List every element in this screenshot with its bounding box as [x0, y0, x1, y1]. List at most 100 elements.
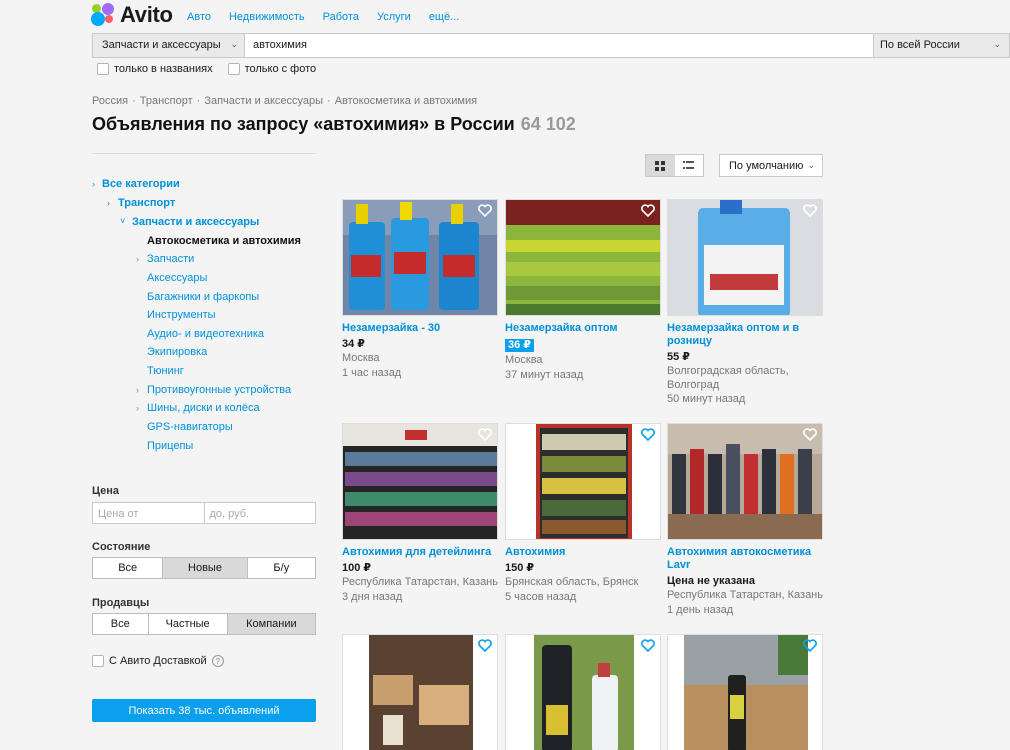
photo-single-bottle [668, 635, 822, 750]
breadcrumb-item[interactable]: Автокосметика и автохимия [335, 95, 477, 107]
tree-item-audio[interactable]: Аудио- и видеотехника [147, 328, 264, 340]
condition-new[interactable]: Новые [163, 558, 248, 578]
sellers-all[interactable]: Все [93, 614, 149, 634]
nav-realty[interactable]: Недвижимость [229, 11, 305, 23]
listing-title[interactable]: Незамерзайка оптом и в розницу [667, 322, 823, 348]
favorite-heart-icon[interactable] [803, 428, 817, 441]
favorite-heart-icon[interactable] [641, 428, 655, 441]
breadcrumb-item[interactable]: Россия [92, 95, 128, 107]
titles-only-label: только в названиях [114, 63, 213, 75]
listing-photo[interactable] [505, 423, 661, 540]
category-select[interactable]: Запчасти и аксессуары ⌄ [93, 34, 245, 57]
tree-item-label[interactable]: Шины, диски и колёса [147, 402, 260, 414]
tree-item-label[interactable]: Запчасти [147, 253, 194, 265]
tree-item-accessories[interactable]: Аксессуары [147, 272, 207, 284]
tree-item-all-label[interactable]: Все категории [102, 178, 180, 190]
tree-item-label[interactable]: Противоугонные устройства [147, 384, 291, 396]
tree-item-roofracks[interactable]: Багажники и фаркопы [147, 291, 259, 303]
logo-dots-icon [91, 3, 117, 27]
nav-more[interactable]: ещё... [429, 11, 459, 23]
grid-view-button[interactable] [646, 155, 675, 176]
tree-item-tuning[interactable]: Тюнинг [147, 365, 184, 377]
price-to-input[interactable]: до, руб. [203, 503, 316, 523]
avito-logo[interactable]: Avito [91, 2, 173, 28]
tree-item-gear[interactable]: Экипировка [147, 346, 207, 358]
favorite-heart-icon[interactable] [478, 639, 492, 652]
region-select[interactable]: По всей России ⌄ [874, 34, 1009, 57]
tree-item-gps[interactable]: GPS-навигаторы [147, 421, 233, 433]
favorite-heart-icon[interactable] [641, 204, 655, 217]
tree-item-label[interactable]: Инструменты [147, 309, 216, 321]
tree-item-label[interactable]: Багажники и фаркопы [147, 291, 259, 303]
listing-photo[interactable] [342, 199, 498, 316]
listing-title[interactable]: Автохимия [505, 546, 661, 559]
breadcrumb-item[interactable]: Транспорт [140, 95, 193, 107]
listing-title[interactable]: Незамерзайка - 30 [342, 322, 498, 335]
listing-location: Республика Татарстан, Казань [667, 589, 823, 601]
tree-item-label[interactable]: Аудио- и видеотехника [147, 328, 264, 340]
show-results-button[interactable]: Показать 38 тыс. объявлений [92, 699, 316, 722]
tree-item-transport-label[interactable]: Транспорт [118, 197, 175, 209]
listing-card[interactable]: Незамерзайка оптом и в розницу 55 ₽ Волг… [667, 199, 823, 407]
listing-card[interactable]: Незамерзайка - 30 34 ₽ Москва 1 час наза… [342, 199, 498, 380]
listing-title[interactable]: Незамерзайка оптом [505, 322, 661, 335]
listing-title[interactable]: Автохимия для детейлинга [342, 546, 498, 559]
breadcrumb-item[interactable]: Запчасти и аксессуары [204, 95, 323, 107]
listing-photo[interactable] [505, 199, 661, 316]
listing-photo[interactable] [505, 634, 661, 750]
favorite-heart-icon[interactable] [803, 204, 817, 217]
delivery-checkbox[interactable]: С Авито Доставкой ? [92, 655, 224, 667]
tree-item-label[interactable]: Тюнинг [147, 365, 184, 377]
help-icon[interactable]: ? [211, 655, 224, 667]
tree-item-trailers[interactable]: Прицепы [147, 440, 193, 452]
checkbox-box[interactable] [92, 655, 104, 667]
listing-photo[interactable] [342, 423, 498, 540]
tree-item-label[interactable]: Аксессуары [147, 272, 207, 284]
nav-auto[interactable]: Авто [187, 11, 211, 23]
listing-card[interactable]: Автохимия для детейлинга 100 ₽ Республик… [342, 423, 498, 604]
with-photo-checkbox[interactable]: только с фото [227, 63, 316, 75]
condition-used[interactable]: Б/у [248, 558, 315, 578]
listing-title[interactable]: Автохимия автокосметика Lavr [667, 546, 823, 572]
price-from-input[interactable]: Цена от [93, 503, 204, 523]
listing-photo[interactable] [667, 634, 823, 750]
divider [92, 153, 316, 154]
listing-card[interactable] [505, 634, 661, 750]
listing-price: 150 ₽ [505, 562, 535, 574]
listing-time: 5 часов назад [505, 590, 577, 603]
chevron-right-icon: › [136, 385, 139, 395]
photo-blue-canisters [343, 200, 497, 315]
price-label: Цена [92, 485, 120, 497]
listing-card[interactable]: Автохимия автокосметика Lavr Цена не ука… [667, 423, 823, 617]
sellers-private[interactable]: Частные [149, 614, 228, 634]
tree-item-label[interactable]: Экипировка [147, 346, 207, 358]
favorite-heart-icon[interactable] [803, 639, 817, 652]
checkbox-box[interactable] [227, 63, 240, 75]
sort-select[interactable]: По умолчанию ⌄ [719, 154, 823, 177]
list-view-button[interactable] [675, 155, 704, 176]
condition-all[interactable]: Все [93, 558, 164, 578]
checkbox-box[interactable] [97, 63, 109, 75]
favorite-heart-icon[interactable] [478, 204, 492, 217]
listing-photo[interactable] [342, 634, 498, 750]
titles-only-checkbox[interactable]: только в названиях [97, 63, 213, 75]
chevron-down-icon: ⌄ [993, 39, 1001, 49]
favorite-heart-icon[interactable] [641, 639, 655, 652]
tree-item-parts-label[interactable]: Запчасти и аксессуары [132, 216, 259, 228]
listing-card[interactable]: Незамерзайка оптом 36 ₽ Москва 37 минут … [505, 199, 661, 382]
sellers-companies[interactable]: Компании [227, 614, 315, 634]
nav-services[interactable]: Услуги [377, 11, 411, 23]
listing-card[interactable] [667, 634, 823, 750]
tree-item-tools[interactable]: Инструменты [147, 309, 216, 321]
chevron-down-icon: ⌄ [230, 39, 238, 49]
listing-card[interactable] [342, 634, 498, 750]
favorite-heart-icon[interactable] [478, 428, 492, 441]
tree-item-label[interactable]: Прицепы [147, 440, 193, 452]
listing-card[interactable]: Автохимия 150 ₽ Брянская область, Брянск… [505, 423, 661, 604]
search-input[interactable]: автохимия [245, 34, 874, 57]
listing-photo[interactable] [667, 423, 823, 540]
tree-item-label[interactable]: GPS-навигаторы [147, 421, 233, 433]
listing-photo[interactable] [667, 199, 823, 316]
listing-time: 3 дня назад [342, 590, 403, 603]
nav-jobs[interactable]: Работа [323, 11, 359, 23]
